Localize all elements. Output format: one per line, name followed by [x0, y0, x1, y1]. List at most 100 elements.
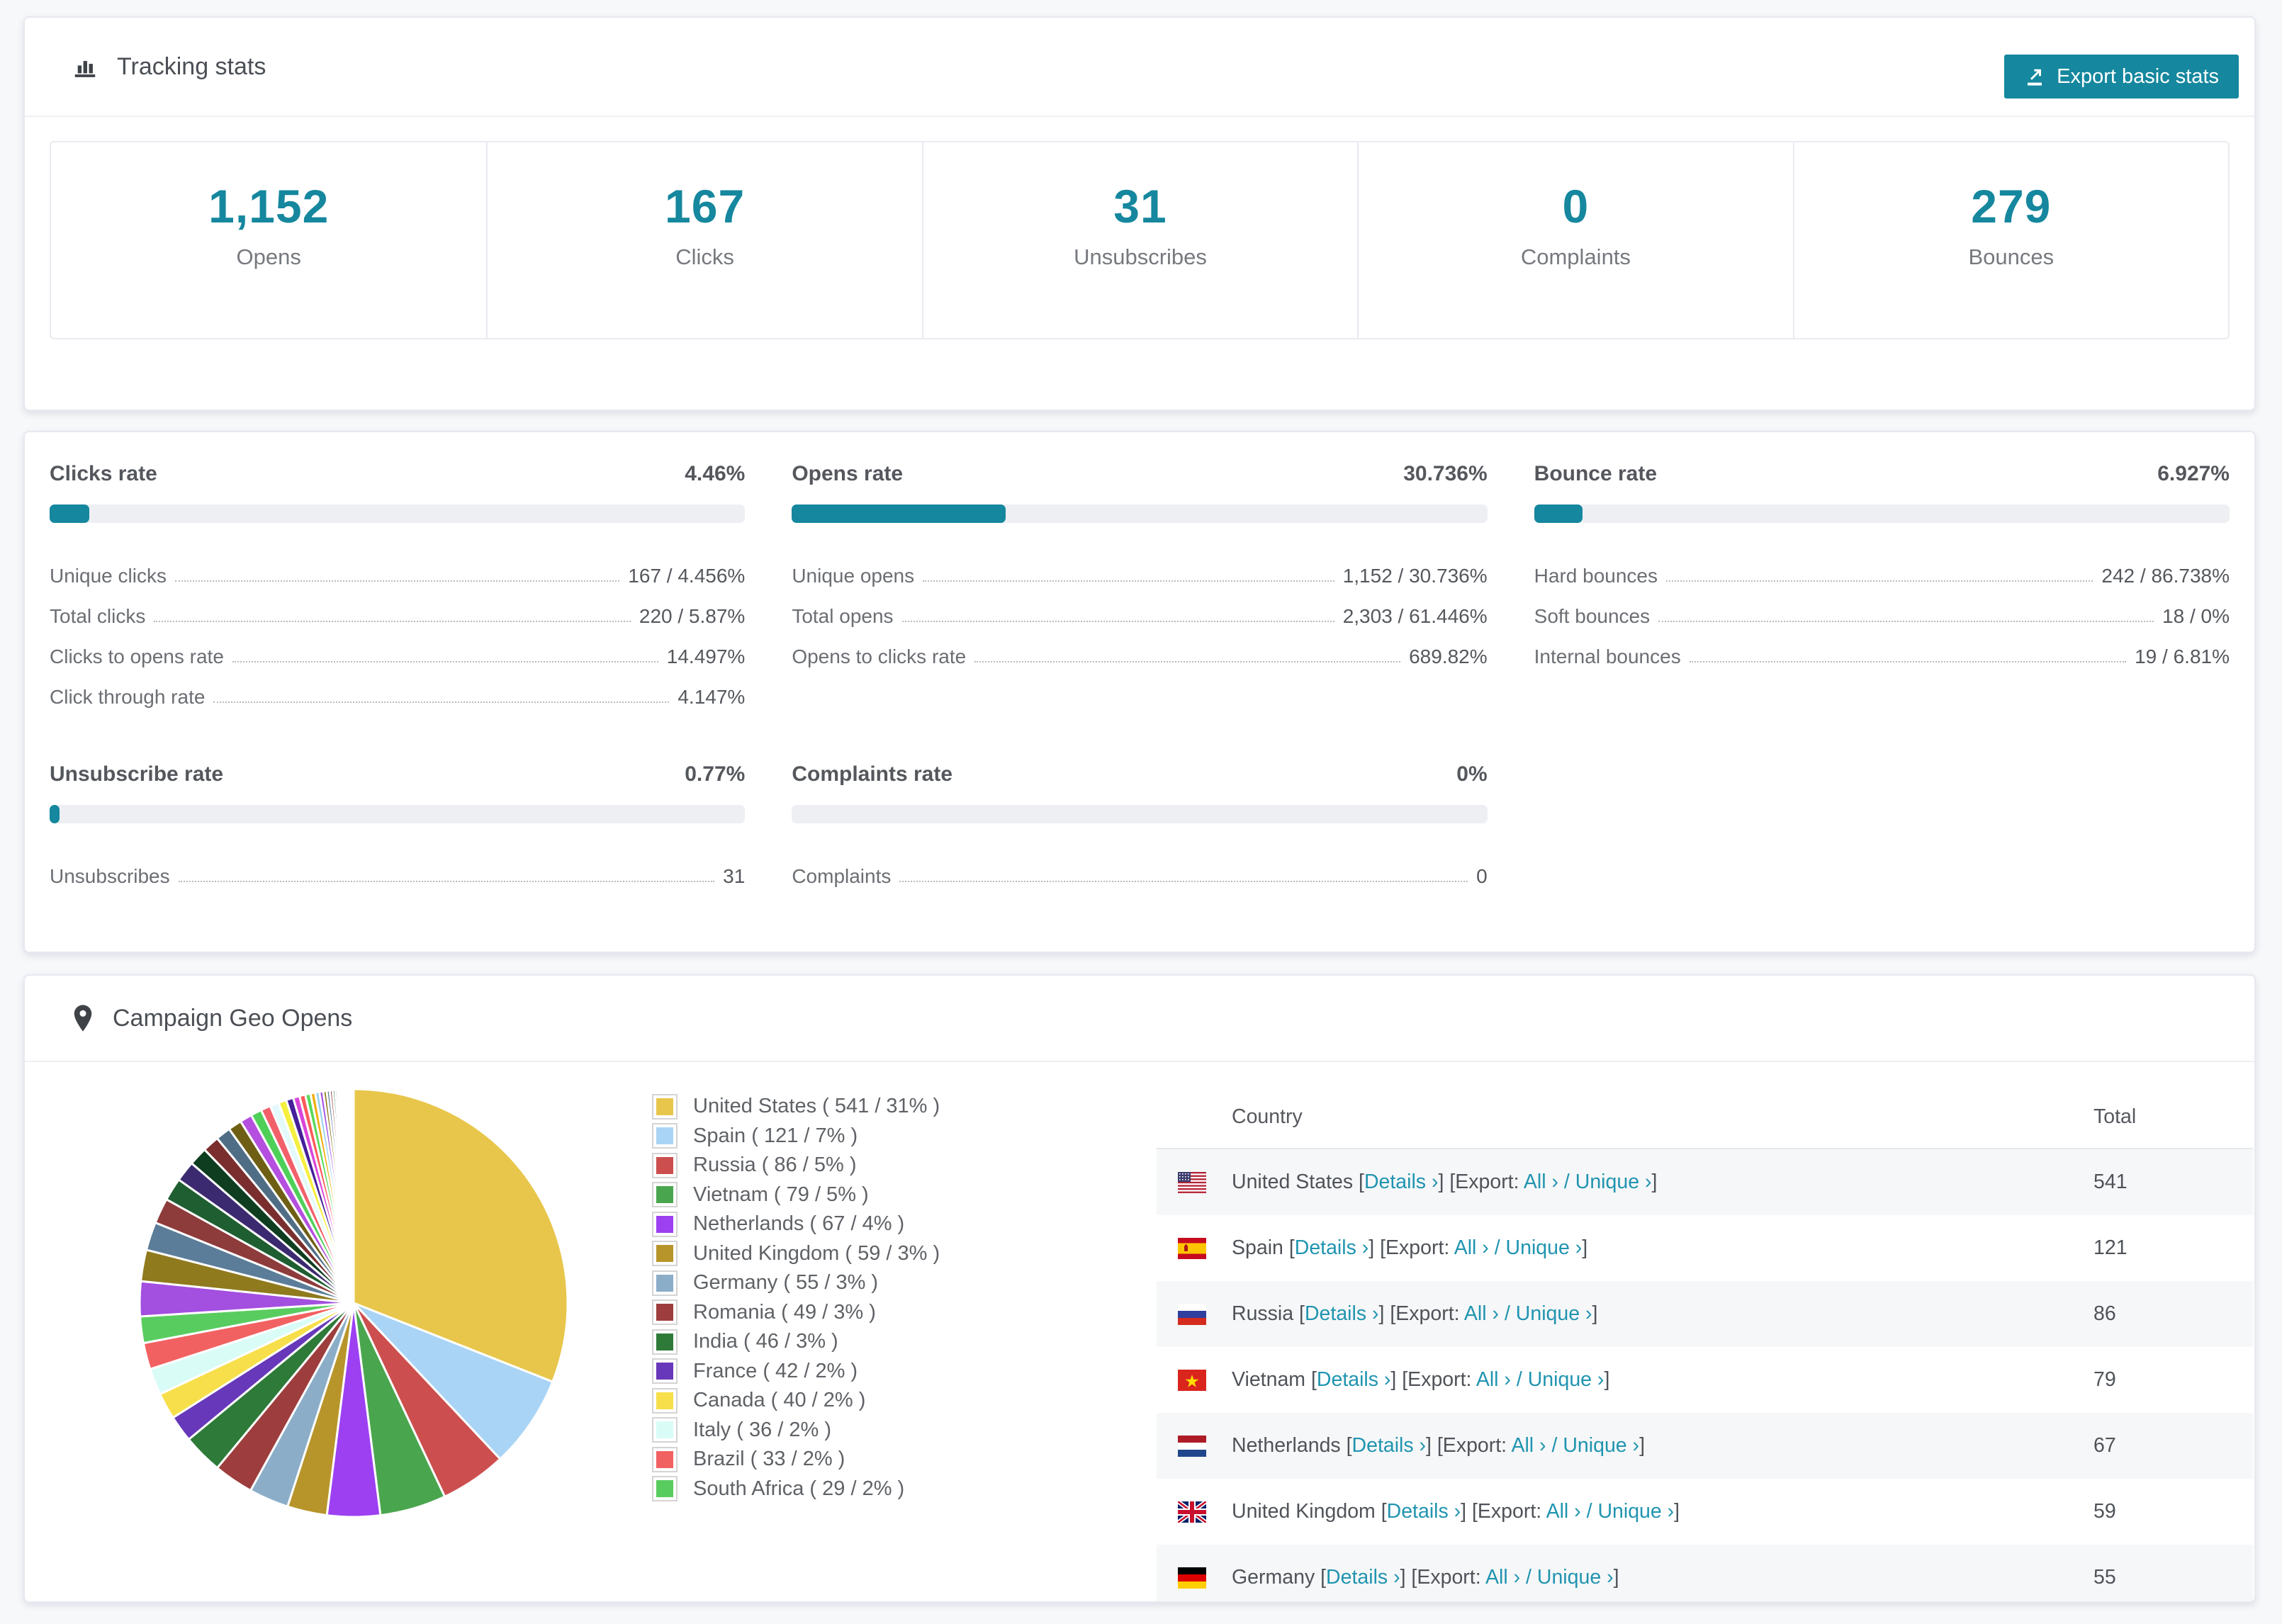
geo-table-row-ru: Russia [Details ›] [Export: All › / Uniq… — [1157, 1281, 2253, 1347]
legend-swatch — [652, 1152, 678, 1178]
legend-item[interactable]: India ( 46 / 3% ) — [652, 1327, 940, 1357]
rate-detail-value: 1,152 / 30.736% — [1342, 565, 1488, 587]
export-unique-link[interactable]: Unique › — [1528, 1368, 1604, 1391]
export-unique-link[interactable]: Unique › — [1537, 1566, 1614, 1589]
rate-detail-value: 18 / 0% — [2162, 605, 2230, 627]
export-unique-link[interactable]: Unique › — [1597, 1500, 1674, 1523]
export-all-link[interactable]: All › — [1464, 1302, 1499, 1325]
geo-row-country-cell: Vietnam [Details ›] [Export: All › / Uni… — [1232, 1368, 1610, 1391]
geo-table-header-row: Country Total — [1157, 1086, 2253, 1149]
bar-chart-icon — [72, 53, 99, 80]
rate-value: 0.77% — [685, 762, 746, 786]
rate-card-complaints-rate: Complaints rate 0% Complaints 0 — [792, 757, 1488, 888]
legend-item[interactable]: United States ( 541 / 31% ) — [652, 1092, 940, 1122]
legend-item[interactable]: Vietnam ( 79 / 5% ) — [652, 1180, 940, 1210]
stat-complaints-label: Complaints — [1520, 244, 1631, 269]
legend-item[interactable]: Germany ( 55 / 3% ) — [652, 1268, 940, 1298]
details-link[interactable]: Details › — [1326, 1566, 1400, 1589]
tracking-stats-title: Tracking stats — [72, 53, 266, 81]
legend-item[interactable]: United Kingdom ( 59 / 3% ) — [652, 1239, 940, 1269]
geo-opens-table: Country Total United States [Details ›] … — [1157, 1086, 2253, 1601]
details-link[interactable]: Details › — [1317, 1368, 1391, 1391]
rate-card-clicks-rate: Clicks rate 4.46% Unique clicks 167 / 4.… — [50, 456, 746, 709]
export-basic-stats-button[interactable]: Export basic stats — [2004, 55, 2239, 98]
details-link[interactable]: Details › — [1387, 1500, 1461, 1523]
export-all-link[interactable]: All › — [1546, 1500, 1581, 1523]
geo-row-total-cell: 86 — [2093, 1302, 2116, 1325]
legend-item[interactable]: South Africa ( 29 / 2% ) — [652, 1474, 940, 1504]
details-link[interactable]: Details › — [1364, 1171, 1439, 1193]
rates-card: Clicks rate 4.46% Unique clicks 167 / 4.… — [23, 431, 2256, 953]
campaign-geo-opens-card: Campaign Geo Opens United States ( 541 /… — [23, 974, 2256, 1603]
legend-item[interactable]: Russia ( 86 / 5% ) — [652, 1151, 940, 1180]
legend-label: Germany ( 55 / 3% ) — [693, 1271, 879, 1295]
export-unique-link[interactable]: Unique › — [1506, 1236, 1583, 1259]
pie-slice-other[interactable] — [352, 1088, 355, 1304]
rate-progress-bar — [1534, 504, 2230, 523]
export-unique-link[interactable]: Unique › — [1563, 1434, 1639, 1457]
rate-detail-row: Complaints 0 — [792, 847, 1487, 888]
rate-detail-value: 220 / 5.87% — [639, 605, 746, 627]
rate-detail-label: Click through rate — [50, 686, 206, 708]
rate-detail-value: 2,303 / 61.446% — [1342, 605, 1488, 627]
rate-title: Clicks rate — [50, 462, 157, 485]
legend-swatch — [652, 1417, 678, 1443]
geo-pie-chart — [131, 1081, 576, 1526]
stat-unsubscribes: 31 Unsubscribes — [921, 142, 1357, 338]
flag-gb-icon — [1178, 1501, 1206, 1523]
rate-card-bounce-rate: Bounce rate 6.927% Hard bounces 242 / 86… — [1534, 456, 2230, 709]
export-links-separator: / — [1516, 1368, 1522, 1391]
geo-row-country-cell: United Kingdom [Details ›] [Export: All … — [1232, 1500, 1680, 1523]
geo-title-text: Campaign Geo Opens — [113, 1004, 353, 1032]
legend-swatch — [652, 1093, 678, 1120]
rate-title: Bounce rate — [1534, 462, 1658, 485]
export-all-link[interactable]: All › — [1476, 1368, 1511, 1391]
legend-label: Italy ( 36 / 2% ) — [693, 1418, 832, 1441]
legend-item[interactable]: Romania ( 49 / 3% ) — [652, 1298, 940, 1328]
rate-detail-label: Complaints — [792, 865, 892, 887]
rate-detail-label: Unique opens — [792, 565, 915, 587]
details-link[interactable]: Details › — [1305, 1302, 1379, 1325]
rate-value: 4.46% — [685, 462, 746, 485]
export-all-link[interactable]: All › — [1485, 1566, 1520, 1589]
dotted-leader — [899, 881, 1468, 882]
legend-label: India ( 46 / 3% ) — [693, 1330, 838, 1353]
export-unique-link[interactable]: Unique › — [1575, 1171, 1652, 1193]
summary-stats-row: 1,152 Opens 167 Clicks 31 Unsubscribes 0… — [50, 141, 2230, 339]
legend-item[interactable]: Canada ( 40 / 2% ) — [652, 1386, 940, 1416]
legend-item[interactable]: Italy ( 36 / 2% ) — [652, 1416, 940, 1445]
rate-detail-row: Click through rate 4.147% — [50, 668, 745, 709]
legend-label: United States ( 541 / 31% ) — [693, 1095, 940, 1118]
legend-item[interactable]: France ( 42 / 2% ) — [652, 1357, 940, 1387]
stat-opens-value: 1,152 — [208, 180, 330, 232]
details-link[interactable]: Details › — [1295, 1236, 1369, 1259]
export-all-link[interactable]: All › — [1511, 1434, 1546, 1457]
rate-detail-row: Total opens 2,303 / 61.446% — [792, 587, 1487, 628]
rate-card-opens-rate: Opens rate 30.736% Unique opens 1,152 / … — [792, 456, 1488, 709]
geo-title: Campaign Geo Opens — [72, 1004, 352, 1032]
legend-item[interactable]: Spain ( 121 / 7% ) — [652, 1122, 940, 1151]
export-links-separator: / — [1563, 1171, 1570, 1193]
geo-pie-legend: United States ( 541 / 31% ) Spain ( 121 … — [652, 1092, 940, 1504]
legend-label: Brazil ( 33 / 2% ) — [693, 1448, 845, 1471]
export-unique-link[interactable]: Unique › — [1516, 1302, 1592, 1325]
stat-bounces: 279 Bounces — [1792, 142, 2228, 338]
rate-detail-label: Unsubscribes — [50, 865, 170, 887]
legend-item[interactable]: Netherlands ( 67 / 4% ) — [652, 1209, 940, 1239]
export-all-link[interactable]: All › — [1524, 1171, 1558, 1193]
rates-grid: Clicks rate 4.46% Unique clicks 167 / 4.… — [25, 432, 2254, 912]
rate-detail-row: Unsubscribes 31 — [50, 847, 745, 888]
legend-item[interactable]: Brazil ( 33 / 2% ) — [652, 1445, 940, 1474]
details-link[interactable]: Details › — [1352, 1434, 1427, 1457]
rate-detail-row: Opens to clicks rate 689.82% — [792, 628, 1487, 668]
export-all-link[interactable]: All › — [1454, 1236, 1489, 1259]
rate-detail-value: 14.497% — [666, 645, 746, 667]
legend-swatch — [652, 1182, 678, 1208]
rate-title: Opens rate — [792, 462, 904, 485]
legend-label: South Africa ( 29 / 2% ) — [693, 1477, 905, 1500]
rate-value: 0% — [1456, 762, 1488, 786]
rate-detail-label: Hard bounces — [1534, 565, 1658, 587]
rate-progress-bar — [50, 805, 746, 823]
export-links-separator: / — [1586, 1500, 1592, 1523]
rate-detail-label: Opens to clicks rate — [792, 645, 967, 667]
